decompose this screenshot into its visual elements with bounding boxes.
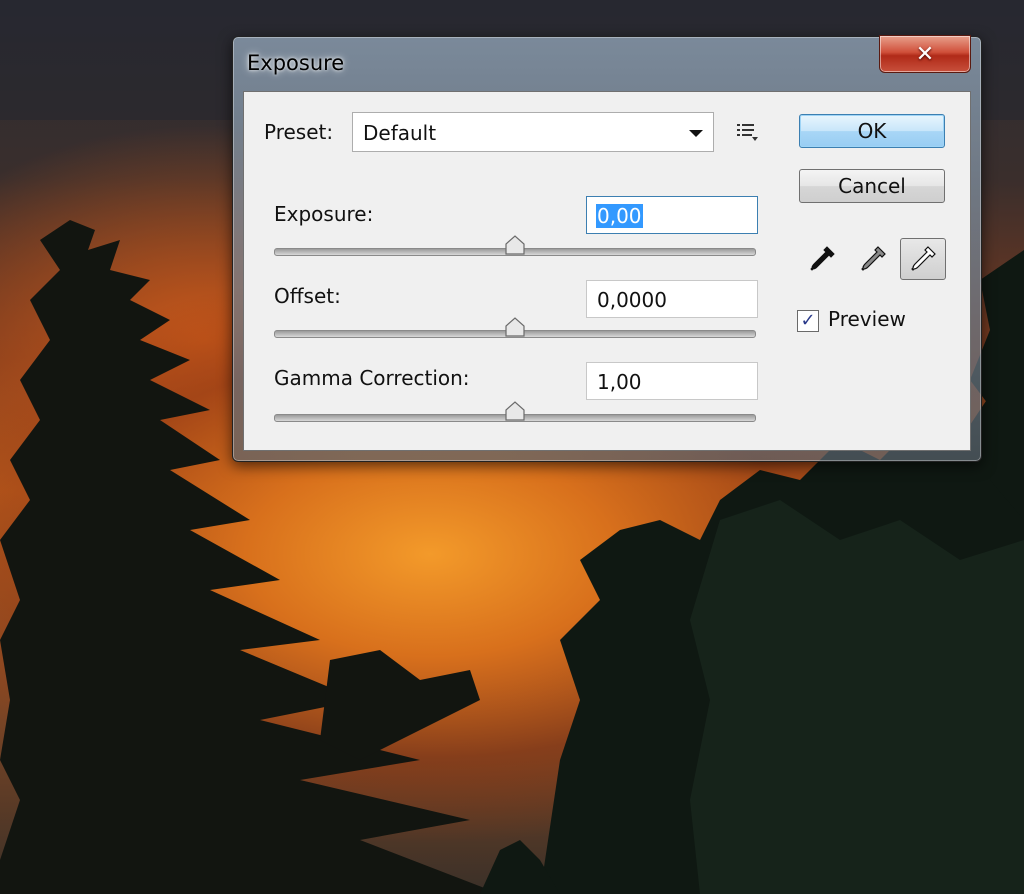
eyedropper-white-button[interactable] bbox=[900, 238, 946, 280]
dialog-body: Preset: Default Exposure: 0,00 Offset: 0… bbox=[243, 91, 971, 451]
exposure-slider-thumb[interactable] bbox=[504, 235, 526, 255]
eyedropper-black-button[interactable] bbox=[799, 238, 845, 280]
ok-button[interactable]: OK bbox=[799, 114, 945, 148]
preset-dropdown[interactable]: Default bbox=[352, 112, 714, 152]
gamma-correction-label: Gamma Correction: bbox=[274, 366, 470, 390]
preset-label: Preset: bbox=[264, 120, 334, 144]
close-button[interactable]: ✕ bbox=[879, 35, 971, 73]
gamma-correction-input[interactable]: 1,00 bbox=[586, 362, 758, 400]
preset-menu-icon[interactable] bbox=[736, 122, 760, 142]
gamma-correction-slider[interactable] bbox=[274, 401, 756, 424]
preview-checkbox[interactable]: ✓ bbox=[797, 310, 819, 332]
preview-label[interactable]: Preview bbox=[828, 307, 906, 331]
gamma-correction-value: 1,00 bbox=[597, 370, 642, 394]
exposure-dialog: Exposure ✕ Preset: Default Exposure: 0,0… bbox=[232, 35, 982, 462]
offset-slider-thumb[interactable] bbox=[504, 317, 526, 337]
offset-input[interactable]: 0,0000 bbox=[586, 280, 758, 318]
cancel-button[interactable]: Cancel bbox=[799, 169, 945, 203]
exposure-value: 0,00 bbox=[596, 204, 643, 228]
chevron-down-icon bbox=[689, 130, 703, 137]
preset-value: Default bbox=[363, 121, 437, 145]
exposure-label: Exposure: bbox=[274, 202, 374, 226]
eyedropper-white-icon bbox=[911, 246, 936, 271]
offset-label: Offset: bbox=[274, 284, 341, 308]
dialog-title: Exposure bbox=[247, 51, 345, 75]
close-icon: ✕ bbox=[915, 41, 935, 67]
eyedropper-gray-button[interactable] bbox=[850, 238, 896, 280]
eyedropper-black-icon bbox=[810, 246, 835, 271]
checkmark-icon: ✓ bbox=[800, 310, 816, 331]
exposure-slider[interactable] bbox=[274, 235, 756, 258]
gamma-correction-slider-thumb[interactable] bbox=[504, 401, 526, 421]
offset-value: 0,0000 bbox=[597, 288, 667, 312]
eyedropper-gray-icon bbox=[861, 246, 886, 271]
offset-slider[interactable] bbox=[274, 317, 756, 340]
exposure-input[interactable]: 0,00 bbox=[586, 196, 758, 234]
